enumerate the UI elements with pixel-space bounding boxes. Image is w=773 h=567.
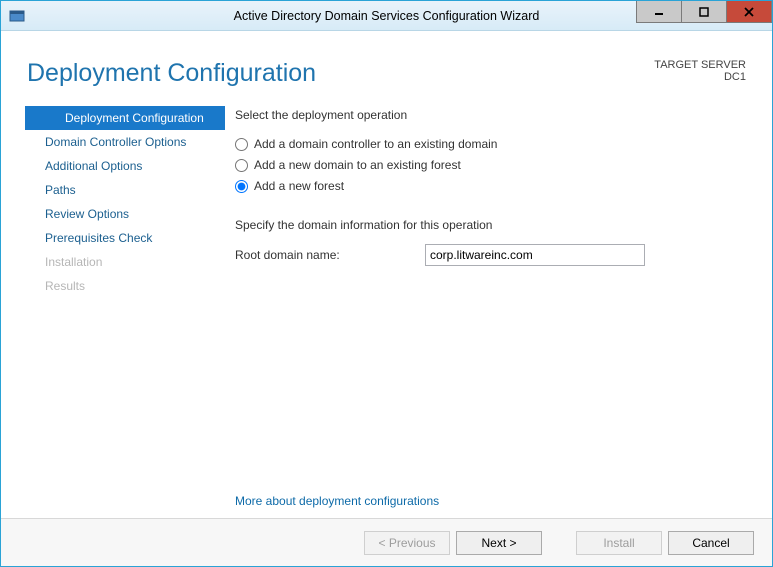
step-deployment-configuration[interactable]: Deployment Configuration xyxy=(25,106,225,130)
step-installation: Installation xyxy=(5,250,225,274)
more-about-link[interactable]: More about deployment configurations xyxy=(1,476,772,518)
step-paths[interactable]: Paths xyxy=(5,178,225,202)
radio-label: Add a domain controller to an existing d… xyxy=(254,137,497,151)
target-server: TARGET SERVER DC1 xyxy=(654,59,746,83)
step-label: Installation xyxy=(45,255,102,269)
step-label: Additional Options xyxy=(45,159,142,173)
specify-domain-label: Specify the domain information for this … xyxy=(235,218,746,232)
button-bar: < Previous Next > Install Cancel xyxy=(1,518,772,566)
window-controls xyxy=(637,1,772,23)
radio-label: Add a new domain to an existing forest xyxy=(254,158,461,172)
step-additional-options[interactable]: Additional Options xyxy=(5,154,225,178)
radio-add-dc-existing-domain[interactable]: Add a domain controller to an existing d… xyxy=(235,134,746,154)
root-domain-label: Root domain name: xyxy=(235,248,425,262)
radio-input[interactable] xyxy=(235,138,248,151)
content: Deployment Configuration Domain Controll… xyxy=(1,100,772,476)
radio-input[interactable] xyxy=(235,180,248,193)
close-button[interactable] xyxy=(726,1,772,23)
root-domain-input[interactable] xyxy=(425,244,645,266)
main: Select the deployment operation Add a do… xyxy=(225,100,772,476)
target-server-name: DC1 xyxy=(654,71,746,83)
minimize-button[interactable] xyxy=(636,1,682,23)
step-results: Results xyxy=(5,274,225,298)
radio-label: Add a new forest xyxy=(254,179,344,193)
app-icon xyxy=(9,8,25,24)
step-label: Domain Controller Options xyxy=(45,135,186,149)
select-operation-label: Select the deployment operation xyxy=(235,108,746,122)
root-domain-row: Root domain name: xyxy=(235,244,746,266)
step-label: Paths xyxy=(45,183,76,197)
radio-add-new-forest[interactable]: Add a new forest xyxy=(235,176,746,196)
install-button[interactable]: Install xyxy=(576,531,662,555)
radio-input[interactable] xyxy=(235,159,248,172)
step-domain-controller-options[interactable]: Domain Controller Options xyxy=(5,130,225,154)
step-label: Review Options xyxy=(45,207,129,221)
titlebar: Active Directory Domain Services Configu… xyxy=(1,1,772,31)
specify-block: Specify the domain information for this … xyxy=(235,218,746,266)
maximize-button[interactable] xyxy=(681,1,727,23)
step-prerequisites-check[interactable]: Prerequisites Check xyxy=(5,226,225,250)
step-label: Prerequisites Check xyxy=(45,231,152,245)
body: Deployment Configuration TARGET SERVER D… xyxy=(1,31,772,566)
wizard-window: Active Directory Domain Services Configu… xyxy=(0,0,773,567)
page-title: Deployment Configuration xyxy=(27,59,316,88)
previous-button[interactable]: < Previous xyxy=(364,531,450,555)
radio-add-domain-existing-forest[interactable]: Add a new domain to an existing forest xyxy=(235,155,746,175)
cancel-button[interactable]: Cancel xyxy=(668,531,754,555)
step-review-options[interactable]: Review Options xyxy=(5,202,225,226)
target-server-label: TARGET SERVER xyxy=(654,59,746,71)
step-label: Deployment Configuration xyxy=(65,111,204,125)
header-row: Deployment Configuration TARGET SERVER D… xyxy=(1,31,772,100)
next-button[interactable]: Next > xyxy=(456,531,542,555)
step-label: Results xyxy=(45,279,85,293)
sidebar: Deployment Configuration Domain Controll… xyxy=(1,100,225,476)
